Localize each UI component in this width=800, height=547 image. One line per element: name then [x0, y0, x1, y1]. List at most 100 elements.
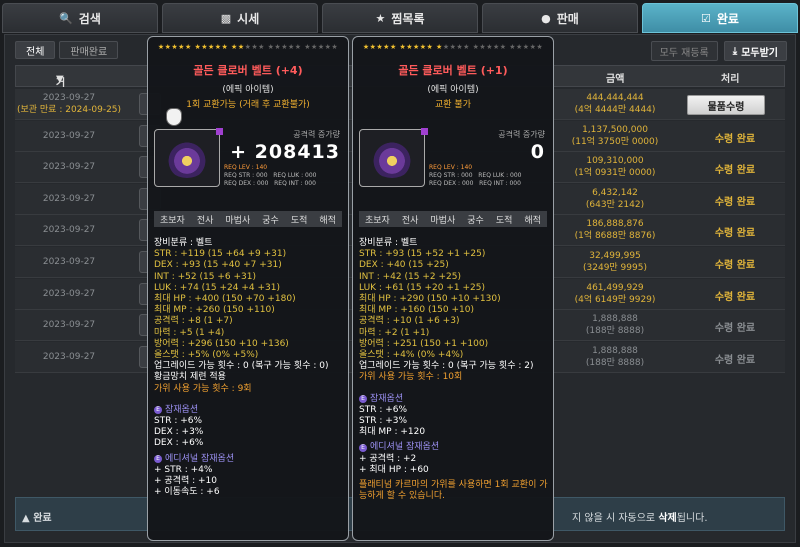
tab-complete[interactable]: ☑ 완료: [642, 3, 798, 33]
additional-potential-line: + 공격력 : +10: [154, 476, 217, 487]
stat-line: 황금망치 제련 적용: [154, 372, 226, 383]
stat-line: LUK : +74 (15 +24 +4 +31): [154, 282, 280, 293]
date-text: 2023-09-27: [42, 93, 96, 103]
item-stats: 장비분류 : 벨트 STR : +93 (15 +52 +1 +25) DEX : …: [359, 238, 549, 502]
column-process: 처리: [721, 74, 740, 85]
column-price: 금액: [606, 74, 625, 85]
stat-line: 방어력 : +296 (150 +10 +136): [154, 338, 289, 349]
req-stats: REQ STR : 000 REQ LUK : 000 REQ DEX : 00…: [224, 172, 317, 187]
additional-potential-icon: E: [359, 444, 367, 453]
item-stats: 장비분류 : 벨트 STR : +119 (15 +64 +9 +31) DEX :…: [154, 238, 344, 498]
status-text: 수령 완료: [714, 133, 756, 145]
req-level: REQ LEV : 140: [224, 164, 268, 171]
trade-date: 2023-09-27: [42, 351, 96, 362]
potential-header: E 잠재옵션: [154, 405, 344, 416]
additional-potential-line: + 공격력 : +2: [359, 453, 417, 464]
status-text: 수령 완료: [714, 165, 756, 177]
tab-market-price[interactable]: ▩ 시세: [162, 3, 318, 33]
price-value: 1,888,888: [592, 314, 638, 325]
potential-line: 최대 MP : +120: [359, 427, 426, 438]
req-stats: REQ STR : 000 REQ LUK : 000 REQ DEX : 00…: [429, 172, 522, 187]
receive-all-button[interactable]: ⤓ 모두받기: [723, 41, 787, 61]
trade-price: 186,888,876 (1억 8688만 8876): [555, 218, 675, 242]
hand-cursor-icon: [166, 108, 182, 126]
epic-marker-icon: [216, 128, 223, 135]
price-korean: (4억 4444만 4444): [574, 105, 656, 115]
price-korean: (4억 6149만 9929): [574, 294, 656, 305]
tab-search[interactable]: 🔍 검색: [2, 3, 158, 33]
requirements: REQ LEV : 140 REQ STR : 000 REQ LUK : 000…: [429, 164, 549, 188]
trade-date: 2023-09-27 (보관 만료 : 2024-09-25): [15, 92, 123, 116]
action-buttons: 모두 재등록 ⤓ 모두받기: [650, 41, 787, 61]
stat-line: DEX : +40 (15 +25): [359, 260, 449, 271]
starforce-stars: ★★★★★ ★★★★★ ★★★★★ ★★★★★ ★★★★★: [353, 43, 553, 52]
status-text: 수령 완료: [714, 260, 756, 271]
trade-date: 2023-09-27: [42, 193, 96, 204]
price-korean: (11억 3750만 0000): [571, 136, 659, 147]
auction-window: 🔍 검색 ▩ 시세 ★ 찜목록 ● 판매 ☑ 완료 전체 판매완료 모두 재등록 ⤓ 모두받…: [0, 0, 800, 547]
attack-increase-label: 공격력 증가량: [498, 130, 545, 139]
karma-note: 플래티넘 카르마의 가위를 사용하면 1회 교환이 가능하게 할 수 있습니다.: [359, 480, 548, 502]
status-text: 수령 완료: [714, 323, 756, 335]
attack-increase-value: 0: [530, 141, 545, 163]
check-icon: ☑: [701, 11, 711, 25]
item-name: 골든 클로버 벨트 (+4): [193, 64, 303, 77]
warning-icon: ▲: [22, 513, 30, 524]
starforce-stars: ★★★★★ ★★★★★ ★★★★★ ★★★★★ ★★★★★: [148, 43, 348, 52]
stat-line: 장비분류 : 벨트: [359, 238, 418, 248]
potential-line: STR : +6%: [154, 416, 203, 427]
job-label: 전사: [196, 215, 214, 226]
price-value: 444,444,444: [586, 93, 644, 103]
additional-potential-line: + STR : +4%: [154, 464, 213, 475]
price-value: 6,432,142: [592, 187, 638, 198]
stat-line: DEX : +93 (15 +40 +7 +31): [154, 260, 282, 271]
price-korean: (1억 8688만 8876): [574, 231, 656, 242]
potential-title: 잠재옵션: [165, 404, 199, 415]
status-text: 수령 완료: [714, 354, 756, 366]
price-korean: (188만 8888): [585, 357, 645, 368]
potential-title: 잠재옵션: [370, 393, 404, 404]
stat-line: 가위 사용 가능 횟수 : 10회: [359, 372, 463, 383]
job-label: 마법사: [430, 215, 456, 226]
belt-icon: [165, 140, 209, 178]
price-value: 186,888,876: [586, 219, 644, 230]
receive-item-button[interactable]: 물품수령: [687, 95, 765, 115]
reregister-all-button[interactable]: 모두 재등록: [650, 41, 718, 61]
filter-sold-button[interactable]: 판매완료: [59, 41, 119, 59]
potential-icon: E: [359, 395, 367, 404]
item-grade: (에픽 아이템): [427, 85, 479, 95]
notice-end-text: 됩니다.: [676, 513, 708, 524]
tab-wishlist[interactable]: ★ 찜목록: [322, 3, 478, 33]
filter-all-button[interactable]: 전체: [15, 41, 56, 59]
tab-sell[interactable]: ● 판매: [482, 3, 638, 33]
notice-bold-text: 삭제: [658, 513, 677, 524]
job-label: 궁수: [467, 215, 484, 226]
chart-icon: ▩: [220, 11, 232, 25]
job-label: 초보자: [365, 215, 390, 226]
price-value: 1,137,500,000: [582, 124, 648, 135]
notice-right-text: 지 않을 시 자동으로: [572, 513, 659, 524]
star-icon: ★: [375, 11, 386, 25]
stat-line: 공격력 : +10 (1 +6 +3): [359, 316, 460, 327]
tab-label: 완료: [716, 11, 739, 26]
item-icon-frame: [154, 128, 223, 187]
potential-icon: E: [154, 406, 162, 415]
notice-left-text: 완료: [33, 513, 52, 524]
status-text: 수령 완료: [714, 196, 756, 208]
trade-price: 109,310,000 (1억 0931만 0000): [555, 155, 675, 179]
trade-date: 2023-09-27: [42, 257, 96, 267]
trade-price: 6,432,142 (643만 2142): [555, 187, 675, 211]
job-label: 전사: [401, 215, 419, 226]
job-label: 도적: [290, 215, 308, 226]
job-label: 초보자: [160, 215, 185, 226]
trade-date: 2023-09-27: [42, 288, 96, 299]
additional-potential-header: E 에디셔널 잠재옵션: [359, 442, 549, 453]
stat-line: 장비분류 : 벨트: [154, 238, 213, 248]
trade-price: 461,499,929 (4억 6149만 9929): [555, 282, 675, 306]
job-label: 해적: [524, 215, 541, 226]
tab-label: 검색: [78, 11, 101, 26]
additional-potential-line: + 최대 HP : +60: [359, 464, 429, 475]
stat-line: 공격력 : +8 (1 +7): [154, 316, 233, 327]
search-icon: 🔍: [59, 11, 73, 25]
price-value: 32,499,995: [589, 251, 641, 261]
